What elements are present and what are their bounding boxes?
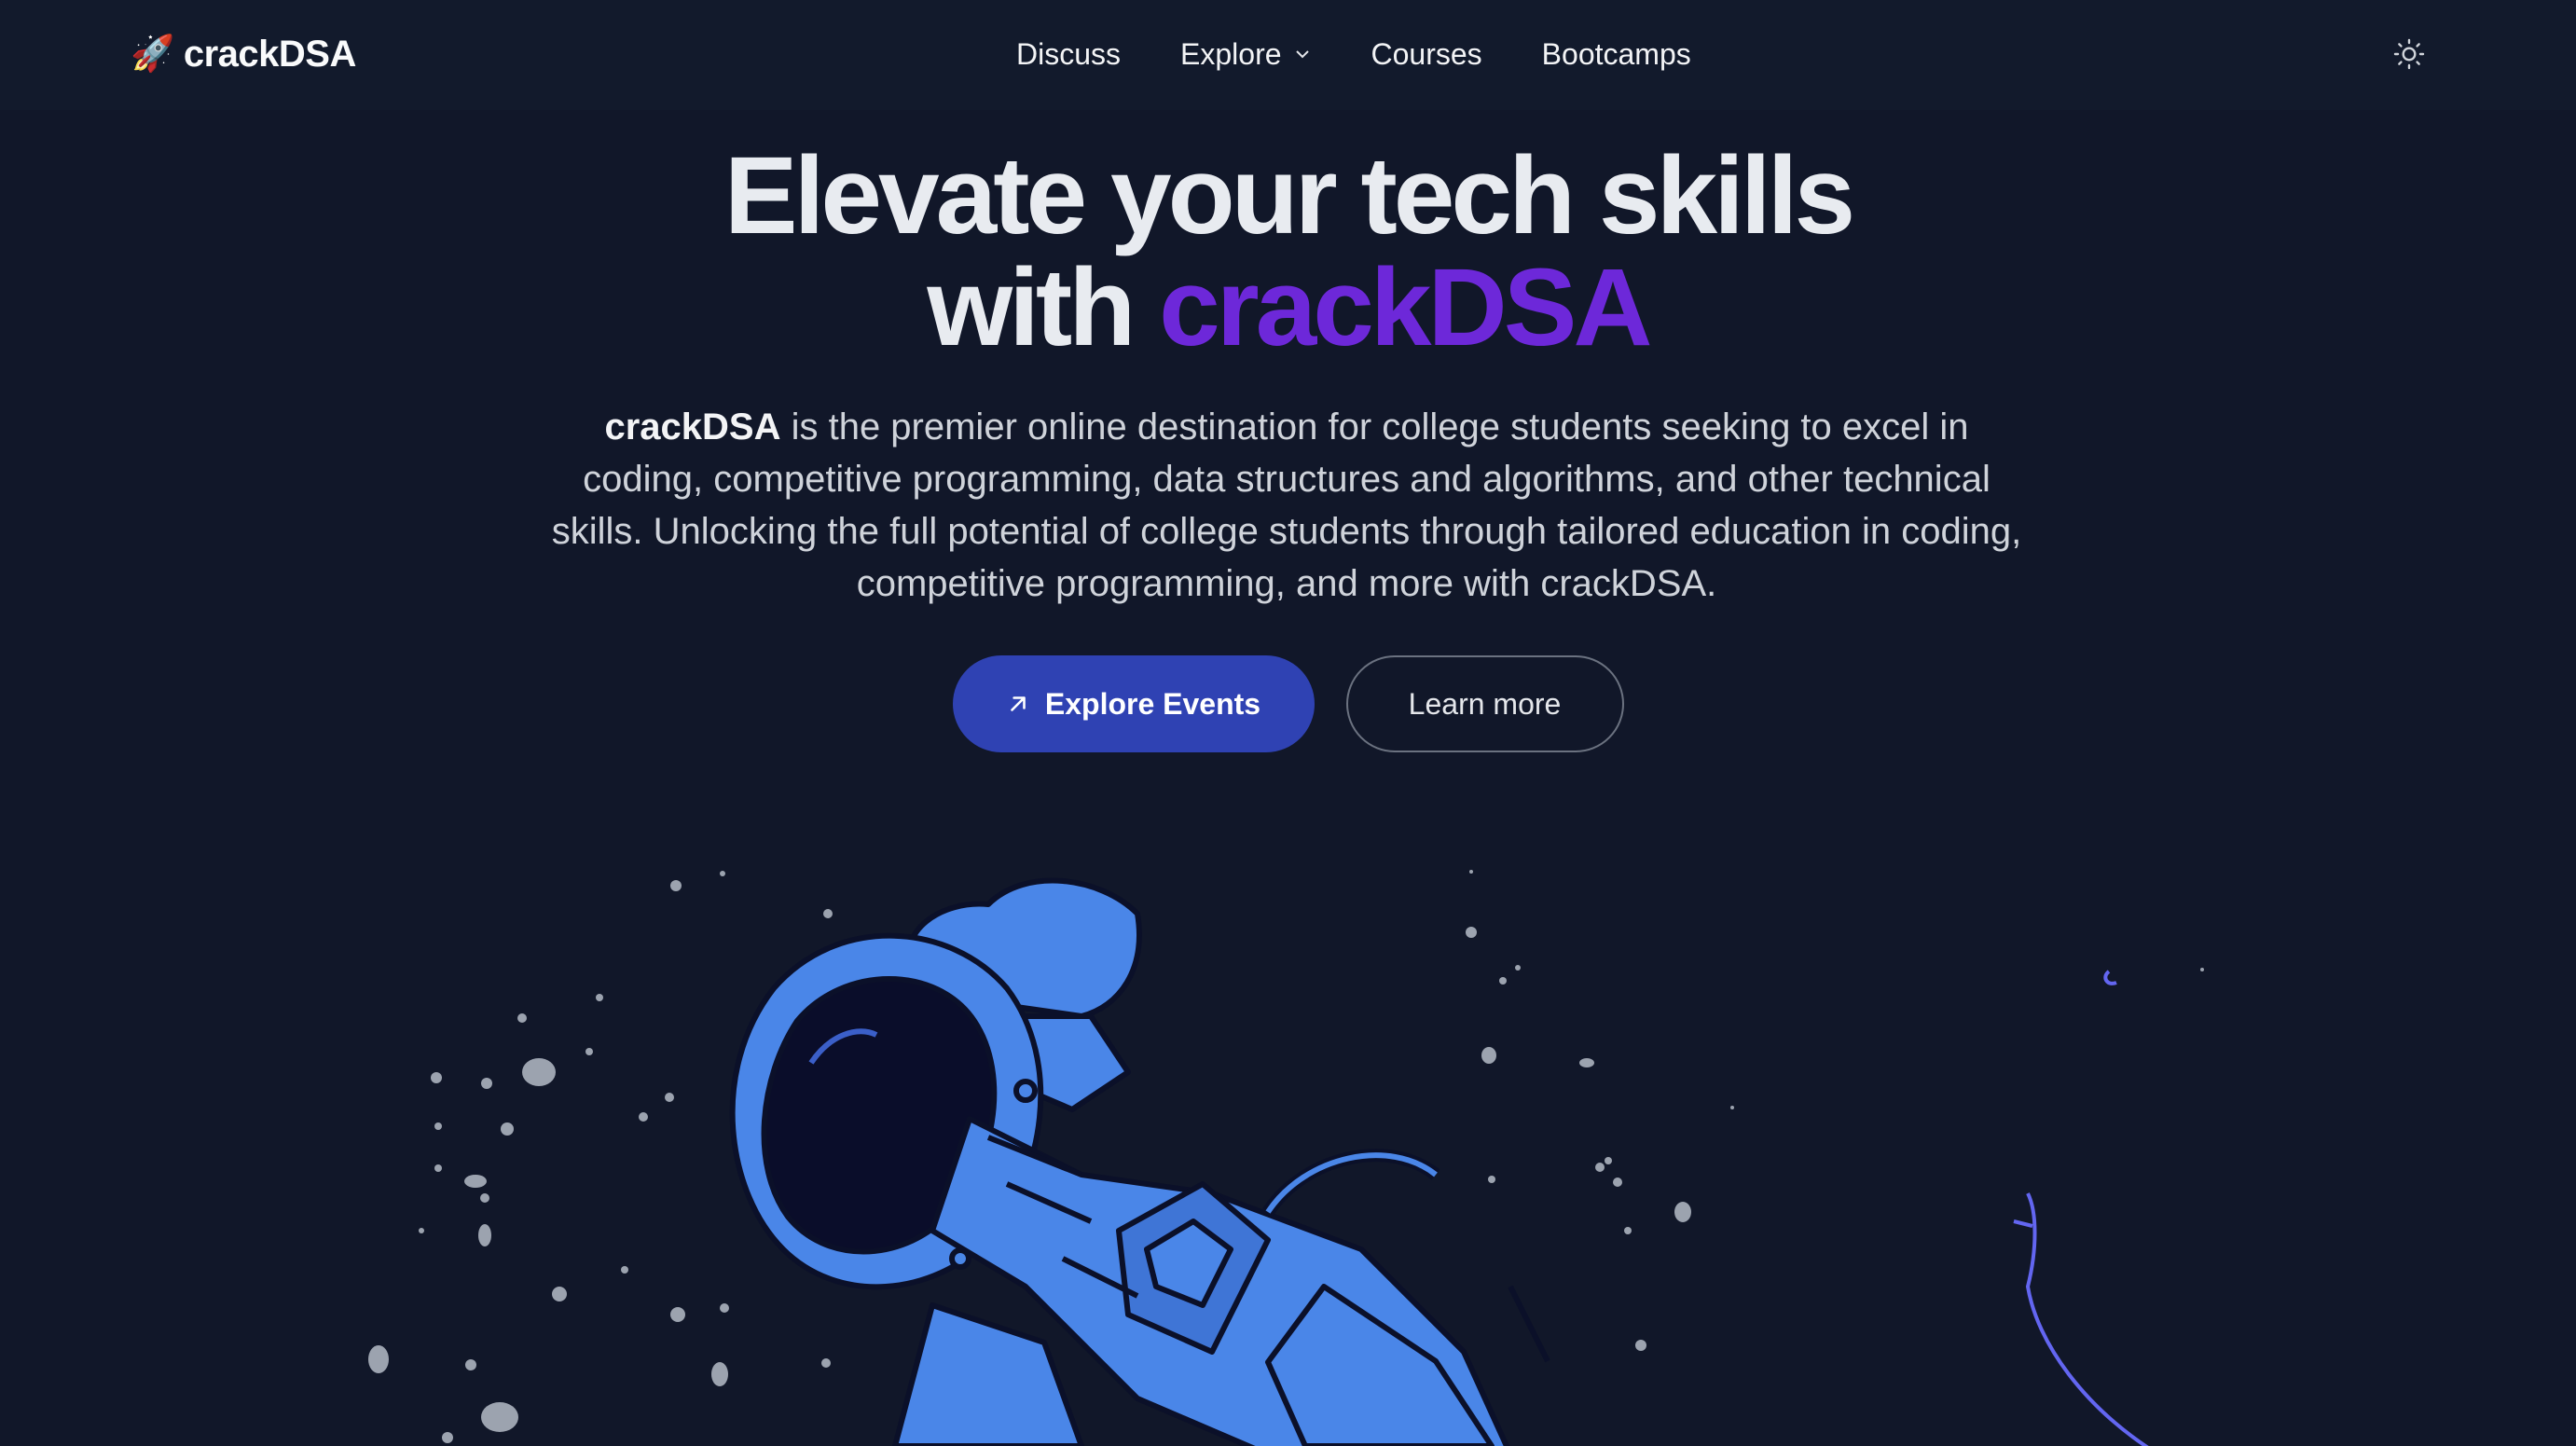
top-navbar: 🚀 crackDSA Discuss Explore Courses Bootc… [0, 0, 2576, 110]
hero-title-prefix: with [927, 246, 1160, 369]
nav-link-discuss[interactable]: Discuss [1016, 37, 1121, 72]
nav-link-label: Bootcamps [1541, 36, 1691, 71]
arrow-up-right-icon [1011, 696, 1026, 711]
nav-link-bootcamps[interactable]: Bootcamps [1542, 37, 1691, 72]
nav-link-explore[interactable]: Explore [1180, 37, 1312, 72]
learn-more-button[interactable]: Learn more [1345, 655, 1624, 752]
nav-link-label: Discuss [1016, 36, 1122, 71]
hero-title: Elevate your tech skills with crackDSA [0, 140, 2576, 364]
explore-events-label: Explore Events [1044, 686, 1261, 721]
brand-logo[interactable]: 🚀 crackDSA [131, 28, 356, 80]
chevron-down-icon [1295, 50, 1309, 59]
brand-name: crackDSA [183, 33, 357, 75]
tether-cable [2013, 970, 2149, 1446]
hero-description-brand: crackDSA [604, 406, 781, 448]
hero-title-line1: Elevate your tech skills [723, 134, 1855, 257]
nav-link-courses[interactable]: Courses [1371, 37, 1482, 72]
explore-events-button[interactable]: Explore Events [952, 655, 1315, 752]
cta-buttons: Explore Events Learn more [0, 655, 2576, 752]
learn-more-label: Learn more [1408, 686, 1562, 721]
nav-link-label: Courses [1371, 36, 1482, 71]
hero-description: crackDSA is the premier online destinati… [541, 401, 2032, 610]
main-nav: Discuss Explore Courses Bootcamps [1016, 28, 1691, 80]
hero-title-accent: crackDSA [1159, 246, 1653, 369]
astronaut [729, 877, 1550, 1446]
sun-icon [2393, 38, 2425, 70]
rocket-icon: 🚀 [131, 34, 174, 74]
astronaut-illustration [368, 870, 2204, 1446]
nav-link-label: Explore [1180, 36, 1282, 71]
theme-toggle-button[interactable] [2387, 32, 2431, 76]
